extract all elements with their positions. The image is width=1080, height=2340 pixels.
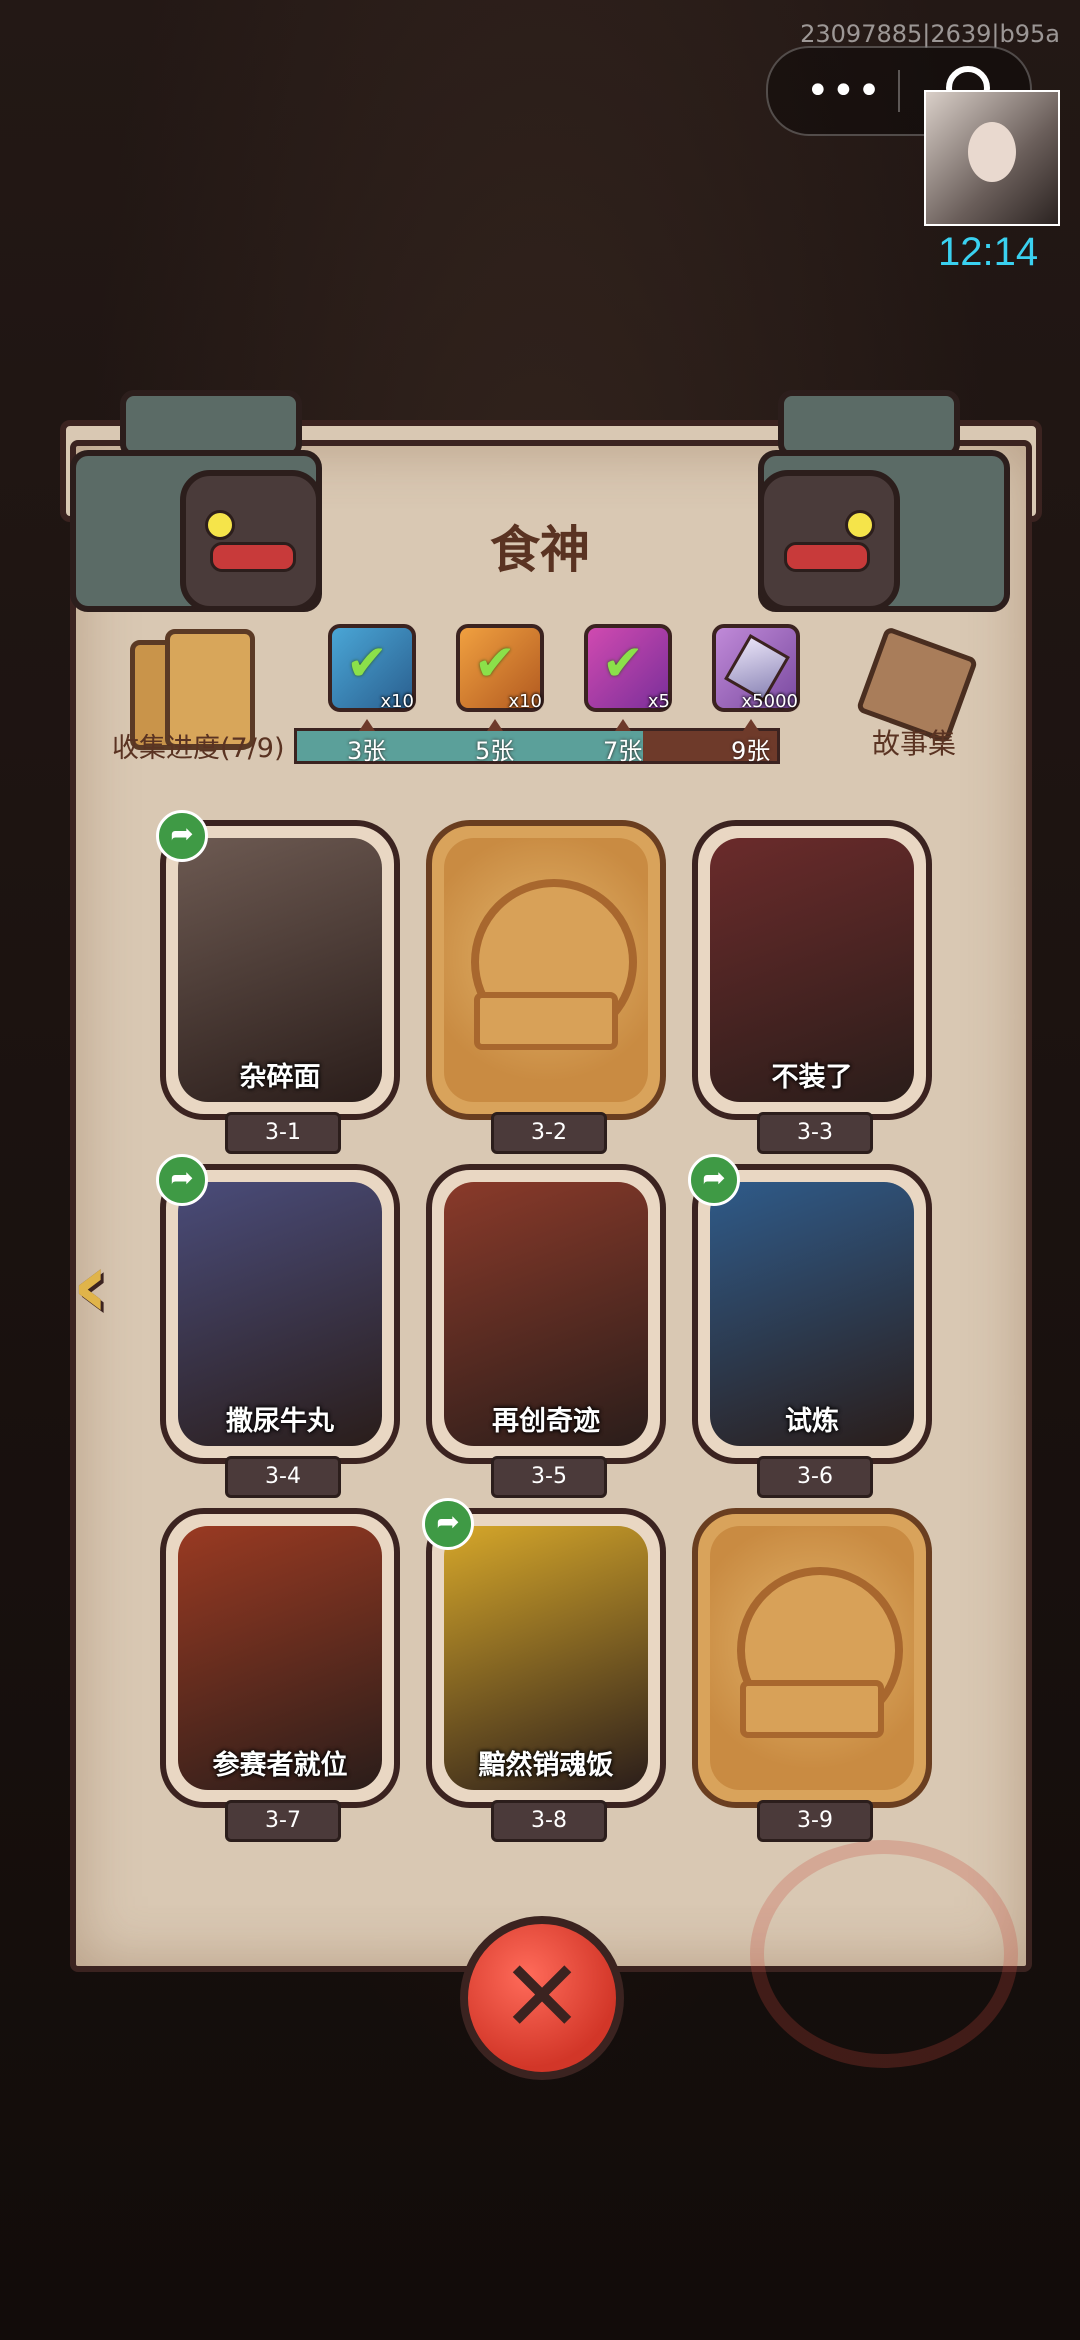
share-icon[interactable]: ➦ bbox=[422, 1498, 474, 1550]
story-card-3-6[interactable]: 试炼 bbox=[692, 1164, 932, 1464]
wax-stamp-icon bbox=[750, 1840, 1018, 2068]
story-card-3-7[interactable]: 参赛者就位 bbox=[160, 1508, 400, 1808]
more-menu-icon[interactable]: ••• bbox=[806, 68, 883, 114]
story-card-3-9[interactable] bbox=[692, 1508, 932, 1808]
capsule-divider bbox=[898, 70, 900, 112]
share-icon[interactable]: ➦ bbox=[156, 810, 208, 862]
card-number-tag: 3-1 bbox=[225, 1112, 341, 1154]
card-caption: 参赛者就位 bbox=[212, 1750, 348, 1781]
locked-card-placeholder-icon bbox=[710, 1526, 914, 1790]
left-chevron-icon[interactable]: ‹ bbox=[72, 1236, 142, 1336]
card-caption: 不装了 bbox=[771, 1062, 853, 1093]
share-icon[interactable]: ➦ bbox=[156, 1154, 208, 1206]
milestone-tick bbox=[743, 719, 759, 731]
card-caption: 黯然销魂饭 bbox=[478, 1750, 614, 1781]
avatar-face bbox=[968, 122, 1016, 182]
milestone-label: 3张 bbox=[347, 737, 387, 765]
card-number-tag: 3-8 bbox=[491, 1800, 607, 1842]
camera-mascot-right-icon bbox=[740, 390, 1050, 620]
check-card-icon: ✔ bbox=[602, 634, 644, 692]
share-icon[interactable]: ➦ bbox=[688, 1154, 740, 1206]
card-number-tag: 3-6 bbox=[757, 1456, 873, 1498]
ribbon-banner bbox=[740, 1680, 884, 1738]
card-caption: 撒尿牛丸 bbox=[226, 1406, 334, 1437]
milestone-tick bbox=[615, 719, 631, 731]
avatar[interactable] bbox=[924, 90, 1060, 226]
story-card-3-1[interactable]: 杂碎面 bbox=[160, 820, 400, 1120]
card-number-tag: 3-2 bbox=[491, 1112, 607, 1154]
card-number-tag: 3-3 bbox=[757, 1112, 873, 1154]
milestone-label: 5张 bbox=[475, 737, 515, 765]
reward-1[interactable]: ✔ x10 bbox=[328, 624, 416, 712]
milestone-tick bbox=[487, 719, 503, 731]
story-card-3-8[interactable]: 黯然销魂饭 bbox=[426, 1508, 666, 1808]
story-card-3-4[interactable]: 撒尿牛丸 bbox=[160, 1164, 400, 1464]
reward-2[interactable]: ✔ x10 bbox=[456, 624, 544, 712]
ribbon-banner bbox=[474, 992, 618, 1050]
collection-progress-label: 收集进度(7/9) bbox=[112, 733, 285, 764]
reward-qty: x5 bbox=[647, 691, 670, 712]
camera-mascot-left-icon bbox=[30, 390, 340, 620]
collection-progress-bar: 3张 5张 7张 9张 bbox=[294, 719, 780, 765]
card-caption: 杂碎面 bbox=[239, 1062, 321, 1093]
card-caption: 试炼 bbox=[785, 1406, 839, 1437]
card-number-tag: 3-4 bbox=[225, 1456, 341, 1498]
card-number-tag: 3-5 bbox=[491, 1456, 607, 1498]
clock: 12:14 bbox=[938, 230, 1039, 274]
locked-card-placeholder-icon bbox=[444, 838, 648, 1102]
reward-qty: x5000 bbox=[741, 691, 798, 712]
story-card-3-3[interactable]: 不装了 bbox=[692, 820, 932, 1120]
milestone-tick bbox=[359, 719, 375, 731]
reward-3[interactable]: ✔ x5 bbox=[584, 624, 672, 712]
story-card-3-2[interactable] bbox=[426, 820, 666, 1120]
check-card-icon: ✔ bbox=[474, 634, 516, 692]
check-card-icon: ✔ bbox=[346, 634, 388, 692]
milestone-label: 9张 bbox=[731, 737, 771, 765]
debug-id-label: 23097885|2639|b95a bbox=[800, 20, 1060, 48]
panel-title: 食神 bbox=[490, 520, 590, 579]
reward-qty: x10 bbox=[508, 691, 542, 712]
reward-qty: x10 bbox=[380, 691, 414, 712]
card-number-tag: 3-7 bbox=[225, 1800, 341, 1842]
close-button[interactable]: ✕ bbox=[460, 1916, 624, 2080]
card-caption: 再创奇迹 bbox=[492, 1406, 600, 1437]
story-card-3-5[interactable]: 再创奇迹 bbox=[426, 1164, 666, 1464]
card-number-tag: 3-9 bbox=[757, 1800, 873, 1842]
story-collection-label[interactable]: 故事集 bbox=[872, 722, 956, 762]
milestone-label: 7张 bbox=[603, 737, 643, 765]
reward-4[interactable]: x5000 bbox=[712, 624, 800, 712]
